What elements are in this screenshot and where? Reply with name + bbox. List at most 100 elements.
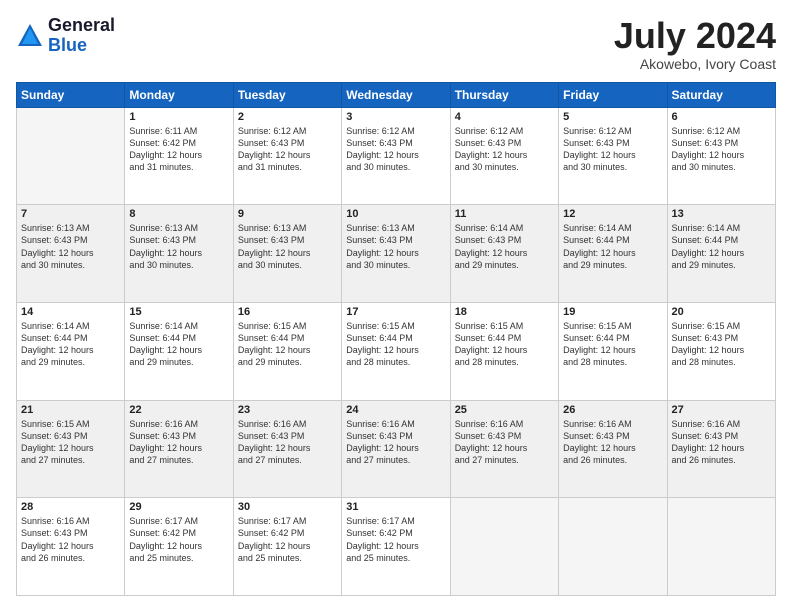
day-cell: 3Sunrise: 6:12 AMSunset: 6:43 PMDaylight… — [342, 107, 450, 205]
day-info: Sunrise: 6:15 AMSunset: 6:44 PMDaylight:… — [346, 320, 445, 369]
day-number: 26 — [563, 404, 662, 416]
col-header-wednesday: Wednesday — [342, 82, 450, 107]
week-row-1: 1Sunrise: 6:11 AMSunset: 6:42 PMDaylight… — [17, 107, 776, 205]
day-info: Sunrise: 6:13 AMSunset: 6:43 PMDaylight:… — [238, 222, 337, 271]
calendar-body: 1Sunrise: 6:11 AMSunset: 6:42 PMDaylight… — [17, 107, 776, 595]
day-info: Sunrise: 6:14 AMSunset: 6:44 PMDaylight:… — [672, 222, 771, 271]
day-cell: 29Sunrise: 6:17 AMSunset: 6:42 PMDayligh… — [125, 498, 233, 596]
month-title: July 2024 — [614, 16, 776, 56]
day-cell: 24 Sunrise: 6:16 AMSunset: 6:43 PMDayligh… — [342, 400, 450, 498]
day-cell: 13 Sunrise: 6:14 AMSunset: 6:44 PMDayligh… — [667, 205, 775, 303]
day-number: 15 — [129, 306, 228, 318]
calendar-header: SundayMondayTuesdayWednesdayThursdayFrid… — [17, 82, 776, 107]
col-header-monday: Monday — [125, 82, 233, 107]
day-cell: 8Sunrise: 6:13 AMSunset: 6:43 PMDaylight… — [125, 205, 233, 303]
day-cell: 11Sunrise: 6:14 AMSunset: 6:43 PMDayligh… — [450, 205, 558, 303]
day-cell: 16 Sunrise: 6:15 AMSunset: 6:44 PMDayligh… — [233, 302, 341, 400]
day-number: 25 — [455, 404, 554, 416]
day-info: Sunrise: 6:12 AMSunset: 6:43 PMDaylight:… — [563, 125, 662, 174]
logo-general: General — [48, 15, 115, 35]
day-number: 9 — [238, 208, 337, 220]
day-number: 13 — [672, 208, 771, 220]
day-cell: 18 Sunrise: 6:15 AMSunset: 6:44 PMDayligh… — [450, 302, 558, 400]
day-number: 5 — [563, 111, 662, 123]
day-cell — [450, 498, 558, 596]
day-info: Sunrise: 6:17 AMSunset: 6:42 PMDaylight:… — [238, 515, 337, 564]
day-number: 22 — [129, 404, 228, 416]
day-cell: 17Sunrise: 6:15 AMSunset: 6:44 PMDayligh… — [342, 302, 450, 400]
day-cell: 20 Sunrise: 6:15 AMSunset: 6:43 PMDayligh… — [667, 302, 775, 400]
day-cell — [667, 498, 775, 596]
day-cell: 1Sunrise: 6:11 AMSunset: 6:42 PMDaylight… — [125, 107, 233, 205]
day-cell: 14 Sunrise: 6:14 AMSunset: 6:44 PMDayligh… — [17, 302, 125, 400]
day-cell: 7Sunrise: 6:13 AMSunset: 6:43 PMDaylight… — [17, 205, 125, 303]
day-number: 23 — [238, 404, 337, 416]
day-info: Sunrise: 6:14 AMSunset: 6:44 PMDaylight:… — [21, 320, 120, 369]
title-block: July 2024 Akowebo, Ivory Coast — [614, 16, 776, 72]
col-header-tuesday: Tuesday — [233, 82, 341, 107]
day-cell: 23 Sunrise: 6:16 AMSunset: 6:43 PMDayligh… — [233, 400, 341, 498]
day-cell: 6 Sunrise: 6:12 AMSunset: 6:43 PMDaylight… — [667, 107, 775, 205]
col-header-thursday: Thursday — [450, 82, 558, 107]
day-cell: 5 Sunrise: 6:12 AMSunset: 6:43 PMDaylight… — [559, 107, 667, 205]
day-number: 14 — [21, 306, 120, 318]
day-info: Sunrise: 6:12 AMSunset: 6:43 PMDaylight:… — [455, 125, 554, 174]
day-info: Sunrise: 6:15 AMSunset: 6:44 PMDaylight:… — [563, 320, 662, 369]
day-info: Sunrise: 6:16 AMSunset: 6:43 PMDaylight:… — [129, 418, 228, 467]
day-info: Sunrise: 6:16 AMSunset: 6:43 PMDaylight:… — [672, 418, 771, 467]
day-info: Sunrise: 6:14 AMSunset: 6:44 PMDaylight:… — [563, 222, 662, 271]
week-row-4: 21Sunrise: 6:15 AMSunset: 6:43 PMDayligh… — [17, 400, 776, 498]
day-info: Sunrise: 6:16 AMSunset: 6:43 PMDaylight:… — [21, 515, 120, 564]
day-info: Sunrise: 6:13 AMSunset: 6:43 PMDaylight:… — [346, 222, 445, 271]
day-cell: 10 Sunrise: 6:13 AMSunset: 6:43 PMDayligh… — [342, 205, 450, 303]
day-cell: 21Sunrise: 6:15 AMSunset: 6:43 PMDayligh… — [17, 400, 125, 498]
day-info: Sunrise: 6:12 AMSunset: 6:43 PMDaylight:… — [238, 125, 337, 174]
day-info: Sunrise: 6:14 AMSunset: 6:44 PMDaylight:… — [129, 320, 228, 369]
day-number: 31 — [346, 501, 445, 513]
logo-blue: Blue — [48, 35, 87, 55]
day-number: 8 — [129, 208, 228, 220]
day-info: Sunrise: 6:15 AMSunset: 6:44 PMDaylight:… — [455, 320, 554, 369]
day-number: 24 — [346, 404, 445, 416]
day-number: 20 — [672, 306, 771, 318]
day-number: 16 — [238, 306, 337, 318]
col-header-friday: Friday — [559, 82, 667, 107]
day-cell: 9 Sunrise: 6:13 AMSunset: 6:43 PMDaylight… — [233, 205, 341, 303]
day-cell: 19 Sunrise: 6:15 AMSunset: 6:44 PMDayligh… — [559, 302, 667, 400]
page: General Blue July 2024 Akowebo, Ivory Co… — [0, 0, 792, 612]
day-number: 1 — [129, 111, 228, 123]
day-number: 19 — [563, 306, 662, 318]
day-info: Sunrise: 6:17 AMSunset: 6:42 PMDaylight:… — [129, 515, 228, 564]
day-info: Sunrise: 6:16 AMSunset: 6:43 PMDaylight:… — [455, 418, 554, 467]
day-number: 10 — [346, 208, 445, 220]
day-cell: 22 Sunrise: 6:16 AMSunset: 6:43 PMDayligh… — [125, 400, 233, 498]
day-info: Sunrise: 6:12 AMSunset: 6:43 PMDaylight:… — [346, 125, 445, 174]
day-info: Sunrise: 6:16 AMSunset: 6:43 PMDaylight:… — [563, 418, 662, 467]
location: Akowebo, Ivory Coast — [614, 56, 776, 72]
logo-text: General Blue — [48, 16, 115, 56]
week-row-2: 7Sunrise: 6:13 AMSunset: 6:43 PMDaylight… — [17, 205, 776, 303]
day-number: 12 — [563, 208, 662, 220]
day-info: Sunrise: 6:16 AMSunset: 6:43 PMDaylight:… — [346, 418, 445, 467]
day-cell: 15 Sunrise: 6:14 AMSunset: 6:44 PMDayligh… — [125, 302, 233, 400]
day-number: 30 — [238, 501, 337, 513]
week-row-5: 28 Sunrise: 6:16 AMSunset: 6:43 PMDayligh… — [17, 498, 776, 596]
day-info: Sunrise: 6:15 AMSunset: 6:43 PMDaylight:… — [21, 418, 120, 467]
week-row-3: 14 Sunrise: 6:14 AMSunset: 6:44 PMDayligh… — [17, 302, 776, 400]
logo: General Blue — [16, 16, 115, 56]
day-info: Sunrise: 6:15 AMSunset: 6:43 PMDaylight:… — [672, 320, 771, 369]
day-number: 18 — [455, 306, 554, 318]
col-header-saturday: Saturday — [667, 82, 775, 107]
header-row: SundayMondayTuesdayWednesdayThursdayFrid… — [17, 82, 776, 107]
day-cell: 2Sunrise: 6:12 AMSunset: 6:43 PMDaylight… — [233, 107, 341, 205]
day-cell: 30 Sunrise: 6:17 AMSunset: 6:42 PMDayligh… — [233, 498, 341, 596]
day-info: Sunrise: 6:13 AMSunset: 6:43 PMDaylight:… — [21, 222, 120, 271]
day-info: Sunrise: 6:12 AMSunset: 6:43 PMDaylight:… — [672, 125, 771, 174]
day-info: Sunrise: 6:15 AMSunset: 6:44 PMDaylight:… — [238, 320, 337, 369]
col-header-sunday: Sunday — [17, 82, 125, 107]
day-info: Sunrise: 6:16 AMSunset: 6:43 PMDaylight:… — [238, 418, 337, 467]
day-number: 28 — [21, 501, 120, 513]
day-number: 6 — [672, 111, 771, 123]
day-cell — [559, 498, 667, 596]
header: General Blue July 2024 Akowebo, Ivory Co… — [16, 16, 776, 72]
